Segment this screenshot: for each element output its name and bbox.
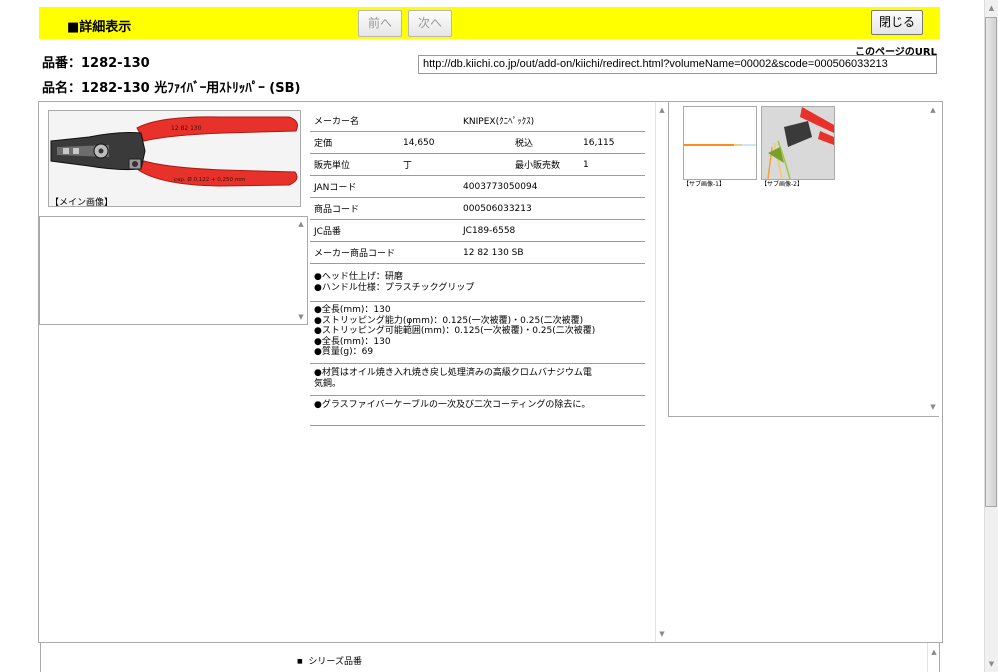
spec-value: 1 (579, 153, 645, 176)
note-line: ●ハンドル仕様：プラスチックグリップ (314, 282, 475, 293)
note-block: ●全長(mm)：130 ●ストリッピング能力(φmm)：0.125(一次被覆)・… (310, 302, 645, 364)
note-line: ●ストリッピング可能範囲(mm)：0.125(一次被覆)・0.25(二次被覆) (314, 326, 596, 336)
main-image-frame[interactable]: 12 82 130 cap. Ø 0,122 + 0,250 mm (48, 110, 301, 207)
spec-label: 定価 (310, 131, 400, 154)
note-line: ●全長(mm)：130 (314, 336, 391, 347)
sub-image-2-thumb[interactable] (761, 106, 835, 180)
product-number: 品番：1282-130 (42, 56, 150, 71)
spec-value: 16,115 (579, 131, 645, 154)
left-list-scrollbar[interactable]: ▲ ▼ (295, 217, 307, 324)
page-url-field[interactable]: http://db.kiichi.co.jp/out/add-on/kiichi… (418, 55, 937, 74)
spec-label: 最小販売数 (477, 153, 580, 176)
close-button[interactable]: 閉じる (871, 10, 923, 35)
page-title: ■詳細表示 (67, 20, 132, 35)
scroll-up-arrow-icon[interactable]: ▲ (985, 3, 998, 13)
spec-label: JC品番 (310, 219, 400, 242)
page-scroll-thumb[interactable] (985, 17, 997, 507)
spec-label: 販売単位 (310, 153, 400, 176)
handle-spec-print: cap. Ø 0,122 + 0,250 mm (174, 176, 246, 183)
scroll-down-arrow-icon[interactable]: ▼ (295, 312, 307, 322)
handle-model-print: 12 82 130 (171, 125, 202, 132)
scroll-up-arrow-icon[interactable]: ▲ (295, 219, 307, 229)
next-button[interactable]: 次へ (408, 10, 452, 37)
series-label: ■ シリーズ品番 (297, 657, 362, 667)
series-box: ■ シリーズ品番 ▲ (40, 643, 940, 672)
fiber-cable-image (684, 107, 756, 179)
scroll-up-arrow-icon[interactable]: ▲ (928, 647, 940, 657)
note-line: ●ヘッド仕上げ：研磨 (314, 272, 403, 282)
table-row: JANコード 4003773050094 (310, 175, 645, 198)
spec-table: メーカー名 KNIPEX(ｸﾆﾍﾟｯｸｽ) 定価 14,650 税込 16,11… (310, 110, 645, 264)
header-bar: ■詳細表示 前へ 次へ 閉じる (39, 7, 940, 39)
spec-label: 税込 (477, 131, 580, 154)
main-image: 12 82 130 cap. Ø 0,122 + 0,250 mm (49, 111, 300, 206)
spec-value: 丁 (399, 153, 478, 176)
scroll-down-arrow-icon[interactable]: ▼ (927, 402, 939, 412)
scroll-down-arrow-icon[interactable]: ▼ (656, 629, 668, 639)
sub-image-scrollbar[interactable]: ▲ ▼ (927, 102, 939, 415)
sub-image-1-caption: 【サブ画像-1】 (683, 181, 725, 188)
table-row: メーカー名 KNIPEX(ｸﾆﾍﾟｯｸｽ) (310, 110, 645, 132)
note-line: ●材質はオイル焼き入れ焼き戻し処理済みの高級クロムバナジウム電 (314, 368, 592, 378)
left-list-box[interactable]: ▲ ▼ (39, 216, 308, 325)
spec-label: 商品コード (310, 197, 400, 220)
table-row: JC品番 JC189-6558 (310, 219, 645, 242)
note-block: ●ヘッド仕上げ：研磨 ●ハンドル仕様：プラスチックグリップ (310, 268, 645, 302)
spec-value: KNIPEX(ｸﾆﾍﾟｯｸｽ) (399, 110, 645, 132)
spec-value: 4003773050094 (399, 175, 645, 198)
note-line: 気鋼。 (314, 378, 342, 389)
table-row: メーカー商品コード 12 82 130 SB (310, 241, 645, 264)
scroll-down-arrow-icon[interactable]: ▼ (985, 659, 998, 669)
spec-label: メーカー名 (310, 110, 400, 132)
center-scrollbar[interactable]: ▲ ▼ (655, 102, 667, 642)
table-row: 商品コード 000506033213 (310, 197, 645, 220)
note-line: ●全長(mm)：130 (314, 305, 391, 315)
main-image-caption: 【メイン画像】 (50, 198, 114, 208)
series-scrollbar[interactable]: ▲ (927, 643, 939, 672)
sub-image-pane: 【サブ画像-1】 【サブ画像-2】 ▲ ▼ (668, 102, 939, 417)
spec-value: 14,650 (399, 131, 478, 154)
spec-value: 12 82 130 SB (399, 241, 645, 264)
table-row: 販売単位 丁 最小販売数 1 (310, 153, 645, 176)
note-line: ●ストリッピング能力(φmm)：0.125(一次被覆)・0.25(二次被覆) (314, 315, 584, 326)
stripper-in-use-image (762, 107, 834, 179)
sub-image-1-thumb[interactable] (683, 106, 757, 180)
table-row: 定価 14,650 税込 16,115 (310, 131, 645, 154)
prev-button[interactable]: 前へ (358, 10, 402, 37)
spec-label: メーカー商品コード (310, 241, 400, 264)
spec-label: JANコード (310, 175, 400, 198)
note-block: ●グラスファイバーケーブルの一次及び二次コーティングの除去に。 (310, 396, 645, 426)
product-name: 品名：1282-130 光ﾌｧｲﾊﾞｰ用ｽﾄﾘｯﾊﾟｰ (SB) (42, 81, 301, 96)
note-line: ●質量(g)：69 (314, 347, 374, 357)
sub-image-2-caption: 【サブ画像-2】 (761, 181, 803, 188)
scroll-up-arrow-icon[interactable]: ▲ (927, 105, 939, 115)
spec-value: 000506033213 (399, 197, 645, 220)
scroll-up-arrow-icon[interactable]: ▲ (656, 105, 668, 115)
spec-value: JC189-6558 (399, 219, 645, 242)
note-line: ●グラスファイバーケーブルの一次及び二次コーティングの除去に。 (314, 400, 591, 410)
note-block: ●材質はオイル焼き入れ焼き戻し処理済みの高級クロムバナジウム電 気鋼。 (310, 364, 645, 396)
